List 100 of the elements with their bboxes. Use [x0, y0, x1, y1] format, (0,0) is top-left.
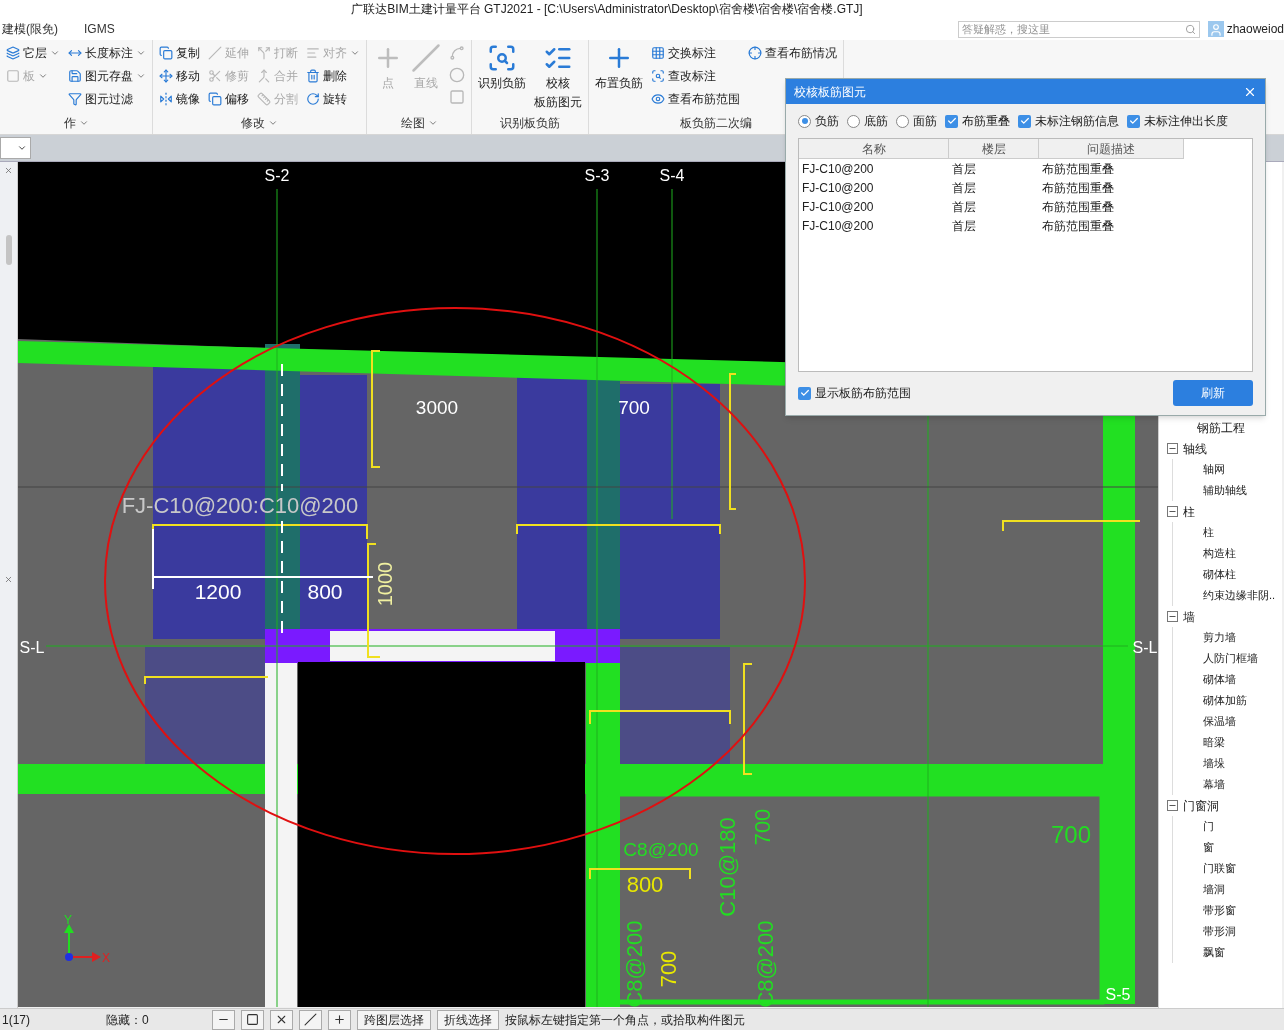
radio-button[interactable]	[798, 114, 811, 128]
ribbon-large-button[interactable]: 布置负筋	[595, 43, 643, 92]
status-button[interactable]: 折线选择	[437, 1009, 499, 1030]
angle-icon	[304, 1013, 317, 1026]
tree-item[interactable]: 辅助轴线	[1203, 482, 1247, 499]
caret-icon	[268, 118, 278, 128]
ribbon-button[interactable]: 删除	[306, 66, 360, 86]
cross-button[interactable]	[270, 1009, 293, 1030]
tree-item[interactable]: 钢筋工程	[1197, 418, 1245, 437]
dimension-label: 1200	[194, 580, 242, 603]
filter-icon	[68, 92, 82, 106]
tree-item[interactable]: 暗梁	[1203, 734, 1225, 751]
column-header[interactable]: 名称	[799, 139, 949, 159]
tree-item[interactable]: 保温墙	[1203, 713, 1236, 730]
tree-item[interactable]: 砌体墙	[1203, 671, 1236, 688]
radio-button[interactable]	[896, 114, 909, 128]
ribbon-button[interactable]: 偏移	[208, 89, 249, 109]
checkbox-label: 布筋重叠	[962, 113, 1010, 130]
tree-item[interactable]: 窗	[1203, 839, 1214, 856]
ribbon-large-button[interactable]: 识别负筋	[478, 43, 526, 92]
tree-item[interactable]: 砌体柱	[1203, 566, 1236, 583]
ribbon-button[interactable]: 旋转	[306, 89, 360, 109]
ribbon-button[interactable]: 查看布筋范围	[651, 89, 740, 109]
search-icon[interactable]	[1184, 23, 1196, 35]
collapse-icon[interactable]	[1167, 611, 1178, 622]
tree-item[interactable]: 约束边缘非阴..	[1203, 587, 1276, 604]
ribbon-button[interactable]: 复制	[159, 43, 200, 63]
ribbon-button[interactable]: 镜像	[159, 89, 200, 109]
ribbon-button[interactable]: 图元存盘	[68, 66, 146, 86]
close-icon[interactable]	[4, 166, 13, 175]
collapse-icon[interactable]	[1167, 443, 1178, 454]
save-icon	[68, 69, 82, 83]
collapse-icon[interactable]	[1167, 800, 1178, 811]
tree-item[interactable]: 墙洞	[1203, 881, 1225, 898]
dialog-title: 校核板筋图元	[794, 83, 866, 101]
tree-item[interactable]: 带形窗	[1203, 902, 1236, 919]
ribbon-button[interactable]: 查改标注	[651, 66, 740, 86]
tree-item[interactable]: 墙垛	[1203, 755, 1225, 772]
checkbox-label: 显示板筋布筋范围	[815, 385, 911, 402]
align-icon	[306, 46, 320, 60]
checkbox[interactable]	[1127, 114, 1140, 128]
floor-dropdown[interactable]	[0, 137, 31, 159]
ribbon-button[interactable]: 移动	[159, 66, 200, 86]
tree-item[interactable]: 带形洞	[1203, 923, 1236, 940]
plus-button[interactable]	[328, 1009, 351, 1030]
checkbox[interactable]	[945, 114, 958, 128]
tree-item[interactable]: 轴网	[1203, 461, 1225, 478]
checkbox[interactable]	[1018, 114, 1031, 128]
tree-item[interactable]: 剪力墙	[1203, 629, 1236, 646]
ribbon-button[interactable]: 交换标注	[651, 43, 740, 63]
tree-item[interactable]: 飘窗	[1203, 944, 1225, 961]
ribbon-button[interactable]: 图元过滤	[68, 89, 146, 109]
select-box-button[interactable]	[241, 1009, 264, 1030]
axis-label: S-5	[1105, 986, 1131, 1003]
axis-letter: X	[102, 951, 110, 965]
dimension-label: 700	[656, 950, 681, 988]
radio-label: 面筋	[913, 113, 937, 130]
collapse-icon[interactable]	[1167, 506, 1178, 517]
ribbon-button[interactable]: 长度标注	[68, 43, 146, 63]
axis-letter: Y	[64, 913, 72, 927]
angle-button[interactable]	[299, 1009, 322, 1030]
radio-label: 负筋	[815, 113, 839, 130]
tree-item[interactable]: 构造柱	[1203, 545, 1236, 562]
axis-label: S-2	[264, 167, 290, 184]
radio-button[interactable]	[847, 114, 860, 128]
tree-item[interactable]: 幕墙	[1203, 776, 1225, 793]
checkbox-label: 未标注伸出长度	[1144, 113, 1228, 130]
tree-item[interactable]: 人防门框墙	[1203, 650, 1258, 667]
column-header[interactable]: 楼层	[949, 139, 1039, 159]
dimension-label: 800	[307, 580, 343, 603]
search-field[interactable]: 答疑解惑，搜这里	[957, 20, 1200, 38]
select-box-icon	[246, 1013, 259, 1026]
tree-item[interactable]: 柱	[1203, 524, 1214, 541]
ribbon-large-button[interactable]: 校核 板筋图元	[534, 43, 582, 111]
dimension-label: 800	[626, 872, 664, 897]
table-cell-text: FJ-C10@200	[801, 198, 875, 216]
close-icon[interactable]	[4, 575, 13, 584]
menu-item[interactable]: IGMS	[84, 20, 115, 38]
tree-group[interactable]: 墙	[1183, 607, 1195, 626]
tree-item[interactable]: 门联窗	[1203, 860, 1236, 877]
tree-item[interactable]: 门	[1203, 818, 1214, 835]
column-header[interactable]: 问题描述	[1039, 139, 1184, 159]
tree-group[interactable]: 柱	[1183, 502, 1195, 521]
checkbox[interactable]	[798, 386, 811, 400]
table-cell-text: 首层	[951, 217, 977, 235]
ribbon-group-label: 作	[63, 114, 89, 132]
ribbon-button[interactable]: 查看布筋情况	[748, 43, 837, 63]
checkbox-label: 未标注钢筋信息	[1035, 113, 1119, 130]
menu-item[interactable]: 建模(限免)	[2, 20, 58, 38]
refresh-button[interactable]: 刷新	[1173, 380, 1253, 406]
user-name[interactable]: zhaoweiod	[1226, 20, 1284, 38]
tree-item[interactable]: 砌体加筋	[1203, 692, 1247, 709]
caret-icon	[17, 143, 27, 153]
status-button[interactable]: 跨图层选择	[357, 1009, 431, 1030]
copy-icon	[159, 46, 173, 60]
tree-group[interactable]: 轴线	[1183, 439, 1207, 458]
tree-group[interactable]: 门窗洞	[1183, 796, 1219, 815]
caret-icon	[50, 48, 60, 58]
scrollbar-thumb[interactable]	[5, 235, 12, 265]
ribbon-button[interactable]: 它层	[6, 43, 60, 63]
